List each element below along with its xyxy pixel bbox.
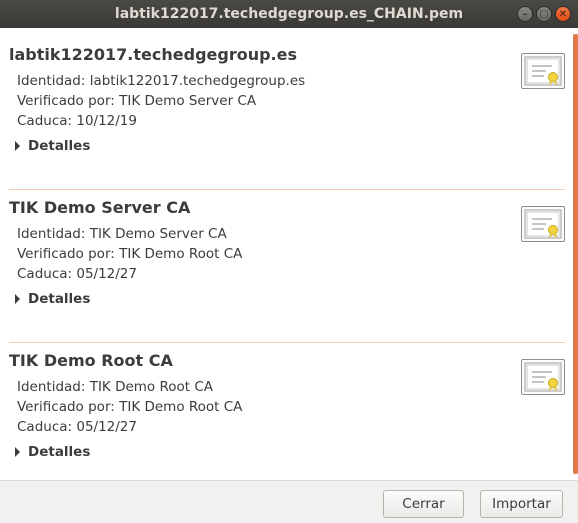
dialog-footer: Cerrar Importar: [0, 480, 578, 523]
certificate-identity: Identidad: TIK Demo Server CA: [17, 226, 227, 242]
expander-triangle-icon: [15, 294, 20, 304]
certificate-item: TIK Demo Root CA Identidad: TIK Demo Roo…: [9, 351, 565, 480]
certificate-icon: [521, 53, 565, 89]
details-label: Detalles: [28, 291, 91, 307]
certificate-verified-by: Verificado por: TIK Demo Server CA: [17, 93, 257, 109]
separator: [9, 342, 565, 343]
certificate-list: labtik122017.techedgegroup.es Identidad:…: [0, 28, 578, 480]
scrollbar[interactable]: [573, 34, 578, 474]
close-button[interactable]: Cerrar: [383, 490, 464, 518]
certificate-name: labtik122017.techedgegroup.es: [9, 45, 297, 64]
certificate-name: TIK Demo Server CA: [9, 198, 191, 217]
certificate-identity: Identidad: TIK Demo Root CA: [17, 379, 214, 395]
close-window-icon[interactable]: ✕: [555, 6, 571, 22]
details-expander[interactable]: Detalles: [15, 291, 90, 307]
expander-triangle-icon: [15, 141, 20, 151]
certificate-expires: Caduca: 10/12/19: [17, 113, 137, 129]
certificate-name: TIK Demo Root CA: [9, 351, 173, 370]
details-expander[interactable]: Detalles: [15, 444, 90, 460]
certificate-item: TIK Demo Server CA Identidad: TIK Demo S…: [9, 198, 565, 348]
certificate-viewer-window: labtik122017.techedgegroup.es_CHAIN.pem …: [0, 0, 578, 523]
certificate-expires: Caduca: 05/12/27: [17, 419, 137, 435]
details-label: Detalles: [28, 138, 91, 154]
expander-triangle-icon: [15, 447, 20, 457]
details-expander[interactable]: Detalles: [15, 138, 90, 154]
import-button[interactable]: Importar: [480, 490, 563, 518]
certificate-icon: [521, 206, 565, 242]
certificate-verified-by: Verificado por: TIK Demo Root CA: [17, 246, 243, 262]
window-title: labtik122017.techedgegroup.es_CHAIN.pem: [114, 6, 464, 22]
details-label: Detalles: [28, 444, 91, 460]
certificate-verified-by: Verificado por: TIK Demo Root CA: [17, 399, 243, 415]
certificate-item: labtik122017.techedgegroup.es Identidad:…: [9, 45, 565, 195]
window-titlebar[interactable]: labtik122017.techedgegroup.es_CHAIN.pem …: [0, 0, 578, 28]
separator: [9, 189, 565, 190]
window-controls: – □ ✕: [517, 6, 571, 22]
certificate-icon: [521, 359, 565, 395]
certificate-identity: Identidad: labtik122017.techedgegroup.es: [17, 73, 306, 89]
maximize-icon[interactable]: □: [536, 6, 552, 22]
minimize-icon[interactable]: –: [517, 6, 533, 22]
certificate-expires: Caduca: 05/12/27: [17, 266, 137, 282]
